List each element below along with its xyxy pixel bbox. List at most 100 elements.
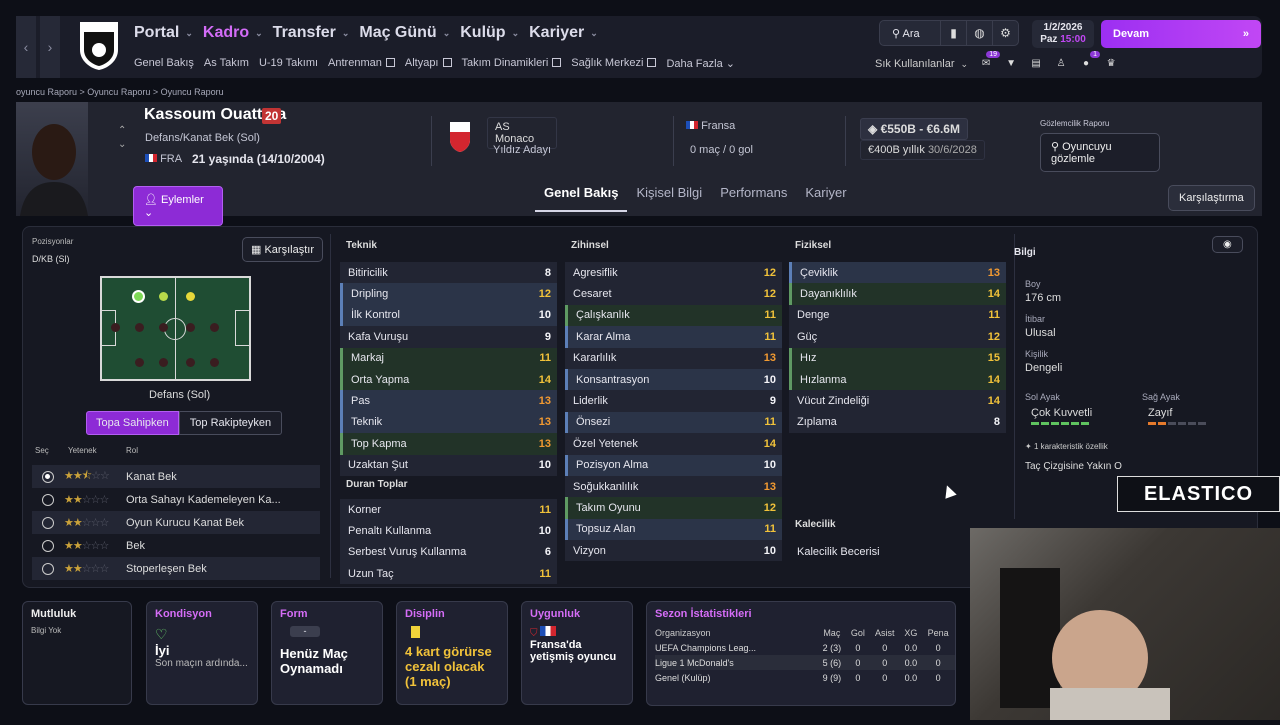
attribute-row[interactable]: Teknik 13 [340,411,557,434]
menu-mac-gunu[interactable]: Maç Günü ⌄ [359,24,450,42]
position-dot[interactable] [186,323,195,332]
season-row[interactable]: Ligue 1 McDonald's 5 (6) 0 0 0.0 0 [655,655,955,670]
happiness-card[interactable]: Mutluluk Bilgi Yok [22,601,132,705]
national-team[interactable]: Fransa [686,120,735,132]
role-radio[interactable] [42,516,54,529]
attribute-row[interactable]: Takım Oyunu 12 [565,497,782,519]
monaco-crest-icon[interactable] [448,120,472,154]
role-row[interactable]: ★★☆☆☆ Stoperleşen Bek [32,557,320,580]
menu-portal[interactable]: Portal ⌄ [134,24,193,42]
attribute-row[interactable]: Topsuz Alan 11 [565,518,782,541]
position-compare-button[interactable]: ▦ Karşılaştır [242,237,323,262]
attribute-row[interactable]: Dripling 12 [340,283,557,305]
position-dot[interactable] [135,358,144,367]
search-button[interactable]: ⚲ Ara [880,27,940,40]
menu-kulup[interactable]: Kulüp ⌄ [460,24,519,42]
attribute-row[interactable]: Kafa Vuruşu 9 [340,326,557,348]
attribute-row[interactable]: Uzaktan Şut 10 [340,454,557,476]
sub-takim-dinamikleri[interactable]: Takım Dinamikleri [462,57,562,70]
position-dot[interactable] [159,358,168,367]
attribute-row[interactable]: Karar Alma 11 [565,326,782,348]
notebook-icon[interactable]: ▮ [940,21,966,45]
sub-u19[interactable]: U-19 Takımı [259,57,318,70]
attribute-row[interactable]: Çalışkanlık 11 [565,304,782,327]
role-row[interactable]: ★★⯪☆☆ Kanat Bek [32,465,320,488]
attribute-row[interactable]: Denge 11 [789,304,1006,327]
position-dot[interactable] [186,358,195,367]
sub-genel-bakis[interactable]: Genel Bakış [134,57,194,70]
trophy-icon[interactable]: ♛ [1104,58,1118,70]
position-dot[interactable] [135,323,144,332]
attribute-row[interactable]: Kararlılık 13 [565,347,782,369]
attribute-row[interactable]: İlk Kontrol 10 [340,304,557,327]
position-dot[interactable] [210,358,219,367]
role-radio[interactable] [42,470,54,483]
menu-kariyer[interactable]: Kariyer ⌄ [529,24,598,42]
attribute-row[interactable]: Liderlik 9 [565,390,782,412]
season-row[interactable]: UEFA Champions Leag... 2 (3) 0 0 0.0 0 [655,640,955,655]
gear-icon[interactable]: ⚙ [992,21,1018,45]
attribute-row[interactable]: Cesaret 12 [565,283,782,305]
attribute-row[interactable]: Zıplama 8 [789,411,1006,434]
role-row[interactable]: ★★☆☆☆ Orta Sahayı Kademeleyen Ka... [32,488,320,511]
attribute-row[interactable]: Agresiflik 12 [565,262,782,284]
club-crest-icon[interactable] [78,20,120,72]
focus-icon[interactable]: ◉ [1212,236,1243,253]
position-dot[interactable] [111,323,120,332]
in-possession-toggle[interactable]: Topa Sahipken [86,411,179,435]
attribute-row[interactable]: Top Kapma 13 [340,433,557,455]
role-radio[interactable] [42,562,54,575]
sub-saglik-merkezi[interactable]: Sağlık Merkezi [571,57,657,70]
date-box[interactable]: 1/2/2026 Paz 15:00 [1032,20,1094,48]
form-card[interactable]: Form - Henüz Maç Oynamadı [271,601,383,705]
position-dot[interactable] [210,323,219,332]
role-row[interactable]: ★★☆☆☆ Oyun Kurucu Kanat Bek [32,511,320,534]
traits-count[interactable]: ✦ 1 karakteristik özellik [1014,442,1250,451]
sub-as-takim[interactable]: As Takım [204,57,249,70]
compare-button[interactable]: Karşılaştırma [1168,185,1255,211]
attribute-row[interactable]: Önsezi 11 [565,411,782,434]
position-dot[interactable] [159,323,168,332]
season-row[interactable]: Genel (Kulüp) 9 (9) 0 0 0.0 0 [655,670,955,685]
attribute-row[interactable]: Uzun Taç 11 [340,563,557,585]
back-arrow-icon[interactable]: ‹ [16,16,36,78]
forward-arrow-icon[interactable]: › [40,16,60,78]
attribute-row[interactable]: Pozisyon Alma 10 [565,454,782,476]
role-radio[interactable] [42,493,54,506]
scout-icon[interactable]: ● 1 [1079,51,1101,70]
attribute-row[interactable]: Markaj 11 [340,347,557,369]
discipline-card[interactable]: Disiplin 4 kart görürse cezalı olacak (1 … [396,601,508,705]
out-of-possession-toggle[interactable]: Top Rakipteyken [178,411,283,435]
attribute-row[interactable]: Hızlanma 14 [789,368,1006,391]
attribute-row[interactable]: Pas 13 [340,390,557,412]
eligibility-card[interactable]: Uygunluk ⛉ Fransa'da yetişmiş oyuncu [521,601,633,705]
scout-player-button[interactable]: ⚲ Oyuncuyu gözlemle [1040,133,1160,172]
globe-icon[interactable]: ◍ [966,21,992,45]
favorites-dropdown[interactable]: Sık Kullanılanlar [875,58,955,70]
attribute-row[interactable]: Çeviklik 13 [789,262,1006,284]
breadcrumb[interactable]: oyuncu Raporu > Oyuncu Raporu > Oyuncu R… [16,87,224,97]
sub-antrenman[interactable]: Antrenman [328,57,395,70]
clipboard-icon[interactable]: ▤ [1029,58,1043,70]
sub-daha-fazla[interactable]: Daha Fazla ⌄ [666,57,735,70]
position-dot-competent[interactable] [186,292,195,301]
attribute-row[interactable]: Dayanıklılık 14 [789,283,1006,305]
attribute-row[interactable]: Konsantrasyon 10 [565,368,782,391]
tab-kariyer[interactable]: Kariyer [796,182,855,212]
continue-button[interactable]: Devam» [1101,20,1261,48]
actions-button[interactable]: 👤︎ Eylemler ⌄ [133,186,223,226]
shirt-icon[interactable]: ▼ [1004,58,1018,70]
menu-transfer[interactable]: Transfer ⌄ [273,24,350,42]
attribute-row[interactable]: Orta Yapma 14 [340,368,557,391]
attribute-row[interactable]: Bitiricilik 8 [340,262,557,284]
attribute-row[interactable]: Vizyon 10 [565,540,782,562]
attribute-row[interactable]: Soğukkanlılık 13 [565,475,782,498]
attribute-row[interactable]: Serbest Vuruş Kullanma 6 [340,541,557,564]
attribute-row[interactable]: Özel Yetenek 14 [565,433,782,455]
menu-kadro[interactable]: Kadro ⌄ [203,24,263,42]
position-dot-accomplished[interactable] [159,292,168,301]
tab-performans[interactable]: Performans [711,182,796,212]
role-radio[interactable] [42,539,54,552]
condition-card[interactable]: Kondisyon ♡ İyi Son maçın ardında... [146,601,258,705]
attribute-row[interactable]: Penaltı Kullanma 10 [340,520,557,542]
